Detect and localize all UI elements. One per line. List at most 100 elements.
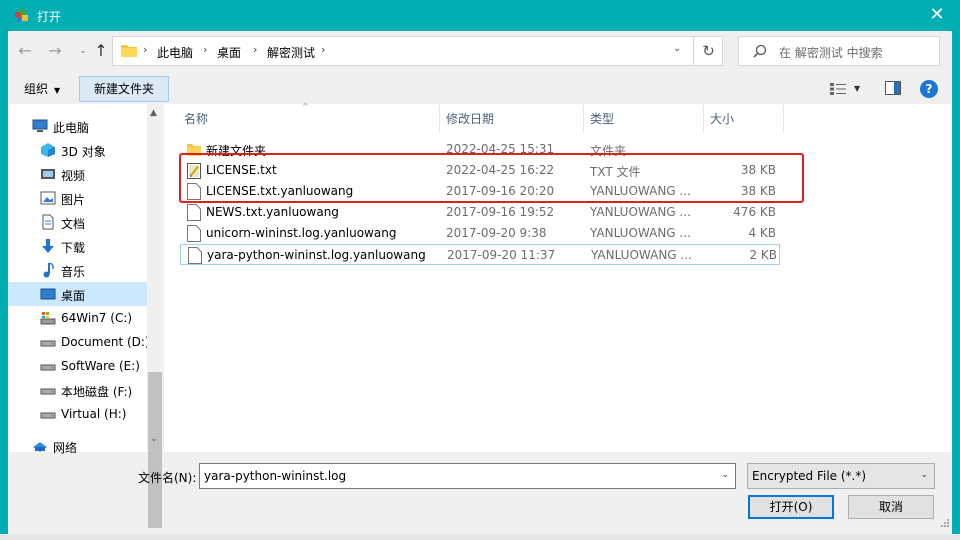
preview-pane-icon[interactable] <box>885 81 901 95</box>
search-box[interactable]: 在 解密测试 中搜索 <box>738 36 940 66</box>
filename-value[interactable]: yara-python-wininst.log <box>204 469 346 483</box>
sidebar-item-this-pc[interactable]: 此电脑 <box>8 114 147 138</box>
search-input[interactable]: 在 解密测试 中搜索 <box>779 44 883 61</box>
sidebar-item-drive-d[interactable]: Document (D:) <box>8 330 150 354</box>
video-folder-icon <box>41 169 55 179</box>
drive-icon <box>40 364 56 371</box>
sidebar-item-drive-c[interactable]: 64Win7 (C:) <box>8 306 147 330</box>
column-header-type[interactable]: 类型 <box>584 105 704 133</box>
sidebar-item-downloads[interactable]: 下载 <box>8 234 147 258</box>
desktop-icon <box>40 288 56 300</box>
sidebar-item-label: 本地磁盘 (F:) <box>61 385 133 399</box>
column-header-size[interactable]: 大小 <box>704 105 784 133</box>
file-type: YANLUOWANG ... <box>591 248 692 262</box>
scroll-up-arrow[interactable]: ▲ <box>150 108 157 118</box>
file-type: YANLUOWANG ... <box>590 226 691 240</box>
sidebar-item-network[interactable]: 网络 <box>8 434 147 458</box>
download-icon <box>42 239 54 253</box>
pictures-folder-icon <box>40 191 56 205</box>
sidebar-item-desktop[interactable]: 桌面 <box>8 282 147 306</box>
address-bar[interactable]: › 此电脑 › 桌面 › 解密测试 › ⌄ ↻ <box>112 36 723 66</box>
file-type: YANLUOWANG ... <box>590 205 691 219</box>
window-frame-left <box>0 31 8 540</box>
filename-label: 文件名(N): <box>138 471 197 485</box>
sidebar-item-label: 3D 对象 <box>61 145 106 159</box>
sidebar-item-label: 下载 <box>61 241 86 255</box>
column-header-date[interactable]: 修改日期 <box>440 105 584 133</box>
file-row-unicorn-yanluowang[interactable]: unicorn-wininst.log.yanluowang 2017-09-2… <box>180 223 780 244</box>
forward-button[interactable]: → <box>44 40 66 62</box>
file-date: 2017-09-20 9:38 <box>446 226 547 240</box>
music-icon <box>43 262 54 278</box>
title-bar[interactable]: 打开 ✕ <box>0 0 960 31</box>
organize-label: 组织 <box>24 82 49 96</box>
sidebar-item-label: 此电脑 <box>53 121 90 135</box>
breadcrumb-separator[interactable]: › <box>203 43 207 56</box>
chevron-down-icon: ▼ <box>54 86 61 95</box>
drive-icon <box>40 340 56 347</box>
up-button[interactable]: ↑ <box>90 40 112 62</box>
sidebar-item-label: 64Win7 (C:) <box>61 311 133 325</box>
open-button[interactable]: 打开(O) <box>748 495 834 519</box>
file-date: 2017-09-20 11:37 <box>447 248 556 262</box>
view-options-icon[interactable] <box>830 83 846 95</box>
navigation-pane[interactable]: 此电脑 3D 对象 视频 图片 文档 下载 音乐 桌面 64Win7 (C:) … <box>8 104 163 455</box>
address-history-dropdown[interactable]: ⌄ <box>673 43 681 54</box>
search-icon <box>753 44 767 58</box>
navigation-scrollbar[interactable]: ▲ ⌄ <box>147 104 163 528</box>
column-header-name[interactable]: 名称 <box>178 105 440 133</box>
sidebar-item-label: 视频 <box>61 169 86 183</box>
refresh-button[interactable]: ↻ <box>693 37 723 65</box>
window-frame-bottom <box>0 534 960 540</box>
sidebar-item-music[interactable]: 音乐 <box>8 258 147 282</box>
view-dropdown-icon[interactable]: ▼ <box>854 84 860 93</box>
folder-icon <box>121 45 137 57</box>
breadcrumb-separator[interactable]: › <box>321 43 325 56</box>
sidebar-item-label: 音乐 <box>61 265 86 279</box>
computer-icon <box>32 119 48 132</box>
3d-objects-icon <box>41 143 55 157</box>
sidebar-item-label: 桌面 <box>61 289 86 303</box>
breadcrumb-this-pc[interactable]: 此电脑 <box>157 44 193 61</box>
drive-icon <box>40 412 56 419</box>
app-icon <box>15 9 28 22</box>
close-button[interactable]: ✕ <box>914 0 960 31</box>
sidebar-item-drive-h[interactable]: Virtual (H:) <box>8 402 147 426</box>
blank-file-icon <box>187 225 201 242</box>
sidebar-item-label: 文档 <box>61 217 86 231</box>
help-icon[interactable]: ? <box>920 80 938 98</box>
file-type-filter[interactable]: Encrypted File (*.*) ⌄ <box>747 463 935 489</box>
scrollbar-thumb[interactable] <box>148 372 162 528</box>
breadcrumb-current-folder[interactable]: 解密测试 <box>267 44 315 61</box>
sidebar-item-label: SoftWare (E:) <box>61 359 140 373</box>
documents-folder-icon <box>42 214 54 230</box>
file-date: 2017-09-16 19:52 <box>446 205 555 219</box>
sidebar-item-pictures[interactable]: 图片 <box>8 186 147 210</box>
chevron-down-icon[interactable]: ⌄ <box>721 470 729 480</box>
drive-icon <box>40 388 56 395</box>
new-folder-button[interactable]: 新建文件夹 <box>79 76 169 102</box>
sidebar-item-label: Document (D:) <box>61 335 150 349</box>
scroll-down-arrow[interactable]: ⌄ <box>150 434 158 444</box>
cancel-button[interactable]: 取消 <box>848 495 934 519</box>
window-title: 打开 <box>37 10 62 24</box>
organize-button[interactable]: 组织 ▼ <box>18 77 66 101</box>
sidebar-item-3d-objects[interactable]: 3D 对象 <box>8 138 147 162</box>
file-row-news-yanluowang[interactable]: NEWS.txt.yanluowang 2017-09-16 19:52 YAN… <box>180 202 780 223</box>
sidebar-item-drive-f[interactable]: 本地磁盘 (F:) <box>8 378 147 402</box>
breadcrumb-separator[interactable]: › <box>143 43 147 56</box>
back-button[interactable]: ← <box>14 40 36 62</box>
file-size: 2 KB <box>749 248 777 262</box>
window-frame-right <box>952 31 960 540</box>
resize-grip-icon[interactable] <box>939 517 949 527</box>
sidebar-item-videos[interactable]: 视频 <box>8 162 147 186</box>
sidebar-item-drive-e[interactable]: SoftWare (E:) <box>8 354 147 378</box>
breadcrumb-desktop[interactable]: 桌面 <box>217 44 241 61</box>
system-drive-icon <box>40 312 56 325</box>
filename-field[interactable]: yara-python-wininst.log ⌄ <box>199 463 736 489</box>
blank-file-icon <box>188 247 202 264</box>
sidebar-item-documents[interactable]: 文档 <box>8 210 147 234</box>
breadcrumb-separator[interactable]: › <box>253 43 257 56</box>
file-row-yara-yanluowang[interactable]: yara-python-wininst.log.yanluowang 2017-… <box>180 244 780 265</box>
chevron-down-icon[interactable]: ⌄ <box>920 470 928 480</box>
